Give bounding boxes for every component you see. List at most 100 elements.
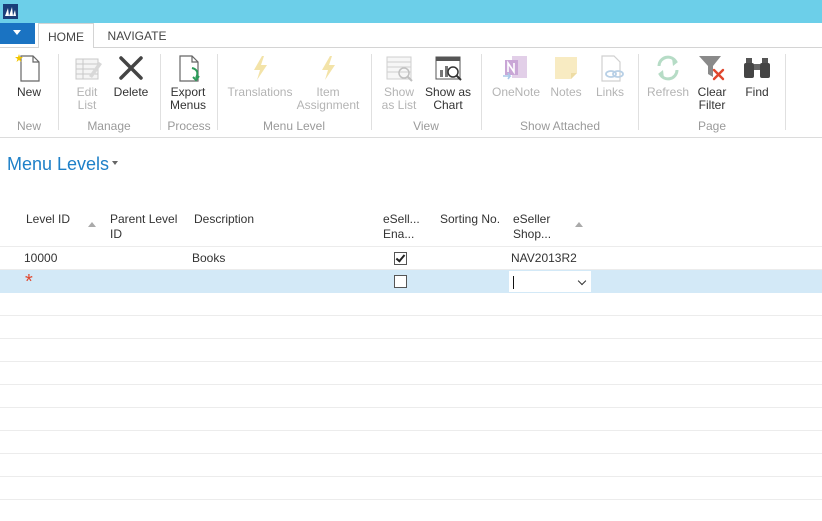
column-header-eseller-enabled[interactable]: eSell... Ena... <box>383 212 420 242</box>
column-header-sorting-no[interactable]: Sorting No. <box>440 212 500 227</box>
chart-view-icon <box>435 56 462 81</box>
clear-filter-button[interactable]: Clear Filter <box>692 52 732 112</box>
delete-x-icon <box>119 56 143 80</box>
eseller-enabled-checkbox[interactable] <box>394 252 407 265</box>
grid-line <box>0 499 822 500</box>
edit-list-icon <box>75 58 102 80</box>
links-icon <box>601 55 624 82</box>
group-divider <box>481 54 482 130</box>
edit-list-button[interactable]: Edit List <box>68 52 106 112</box>
group-divider <box>58 54 59 130</box>
group-label-process: Process <box>167 119 211 133</box>
clear-filter-icon <box>699 56 725 81</box>
text-cursor <box>513 276 514 289</box>
export-document-icon <box>179 55 200 82</box>
grid-line <box>0 361 822 362</box>
group-divider <box>371 54 372 130</box>
refresh-label: Refresh <box>646 85 690 99</box>
chevron-down-icon[interactable] <box>577 276 587 286</box>
group-label-page: Page <box>697 119 727 133</box>
grid-line <box>0 315 822 316</box>
eseller-enabled-header-line-1: eSell... <box>383 212 420 226</box>
new-table-row[interactable] <box>0 270 822 293</box>
eseller-shop-header-line-2: Shop... <box>513 227 552 241</box>
parent-level-header-line-2: ID <box>110 227 122 241</box>
translations-button[interactable]: Translations <box>226 52 294 99</box>
find-label: Find <box>745 85 769 99</box>
group-divider <box>160 54 161 130</box>
table-row[interactable]: 10000 Books NAV2013R2 <box>0 247 822 270</box>
links-label: Links <box>595 85 624 99</box>
group-label-show-attached: Show Attached <box>519 119 601 133</box>
ribbon-tab-row: HOME NAVIGATE <box>0 23 822 49</box>
title-bar <box>0 0 822 23</box>
onenote-label: OneNote <box>491 85 541 99</box>
delete-button[interactable]: Delete <box>112 52 150 99</box>
list-view-icon <box>386 56 413 82</box>
grid-line <box>0 384 822 385</box>
new-document-icon <box>15 54 40 82</box>
refresh-button[interactable]: Refresh <box>646 52 690 99</box>
item-assignment-button[interactable]: Item Assignment <box>296 52 360 112</box>
edit-list-label-2: List <box>77 98 97 112</box>
new-label: New <box>16 85 41 99</box>
notes-button[interactable]: Notes <box>546 52 586 99</box>
grid-line <box>0 453 822 454</box>
group-divider <box>217 54 218 130</box>
delete-label: Delete <box>113 85 149 99</box>
cell-eseller-shop[interactable]: NAV2013R2 <box>511 247 577 269</box>
new-button[interactable]: New <box>10 52 48 99</box>
refresh-icon <box>657 55 679 81</box>
cell-level-id[interactable]: 10000 <box>24 247 57 269</box>
tab-navigate[interactable]: NAVIGATE <box>100 23 174 48</box>
group-divider <box>785 54 786 130</box>
cell-description[interactable]: Books <box>192 247 225 269</box>
export-menus-label-2: Menus <box>169 98 207 112</box>
links-button[interactable]: Links <box>590 52 630 99</box>
grid-line <box>0 407 822 408</box>
grid-line <box>0 430 822 431</box>
lightning-icon <box>322 56 335 80</box>
lightning-icon <box>254 56 267 80</box>
show-as-list-label-2: as List <box>381 98 417 112</box>
grid-line <box>0 476 822 477</box>
group-label-manage: Manage <box>87 119 131 133</box>
translations-label: Translations <box>227 85 293 99</box>
sort-ascending-icon <box>575 222 583 227</box>
column-header-eseller-shop[interactable]: eSeller Shop... <box>513 212 551 242</box>
group-label-menu-level: Menu Level <box>262 119 326 133</box>
page-title[interactable]: Menu Levels <box>7 154 109 175</box>
group-label-new: New <box>16 119 41 133</box>
column-header-description[interactable]: Description <box>194 212 254 227</box>
show-as-list-button[interactable]: Show as List <box>380 52 418 112</box>
new-row-marker: * <box>25 271 33 293</box>
group-divider <box>638 54 639 130</box>
find-button[interactable]: Find <box>738 52 776 99</box>
tab-home[interactable]: HOME <box>38 23 94 49</box>
application-menu-button[interactable] <box>0 23 35 44</box>
show-as-chart-button[interactable]: Show as Chart <box>424 52 472 112</box>
show-as-chart-label-2: Chart <box>433 98 463 112</box>
eseller-shop-dropdown[interactable] <box>508 270 592 293</box>
binoculars-icon <box>744 58 770 78</box>
column-header-level-id[interactable]: Level ID <box>26 212 70 227</box>
export-menus-button[interactable]: Export Menus <box>168 52 208 112</box>
eseller-shop-header-line-1: eSeller <box>513 212 551 226</box>
checkmark-icon <box>395 252 406 263</box>
notes-label: Notes <box>550 85 582 99</box>
column-header-parent-level-id[interactable]: Parent Level ID <box>110 212 177 242</box>
caret-down-icon[interactable] <box>112 161 118 165</box>
grid-line <box>0 338 822 339</box>
group-label-view: View <box>413 119 439 133</box>
clear-filter-label-2: Filter <box>698 98 726 112</box>
sort-ascending-icon <box>88 222 96 227</box>
ribbon: New New Edit List Delete Manage Export M… <box>0 48 822 138</box>
item-assignment-label-2: Assignment <box>296 98 360 112</box>
chevron-down-icon <box>13 30 21 35</box>
eseller-enabled-checkbox[interactable] <box>394 275 407 288</box>
notes-icon <box>555 57 577 79</box>
dynamics-nav-logo-icon <box>3 4 18 19</box>
onenote-button[interactable]: OneNote <box>490 52 542 99</box>
onenote-icon <box>503 56 527 80</box>
eseller-enabled-header-line-2: Ena... <box>383 227 415 241</box>
